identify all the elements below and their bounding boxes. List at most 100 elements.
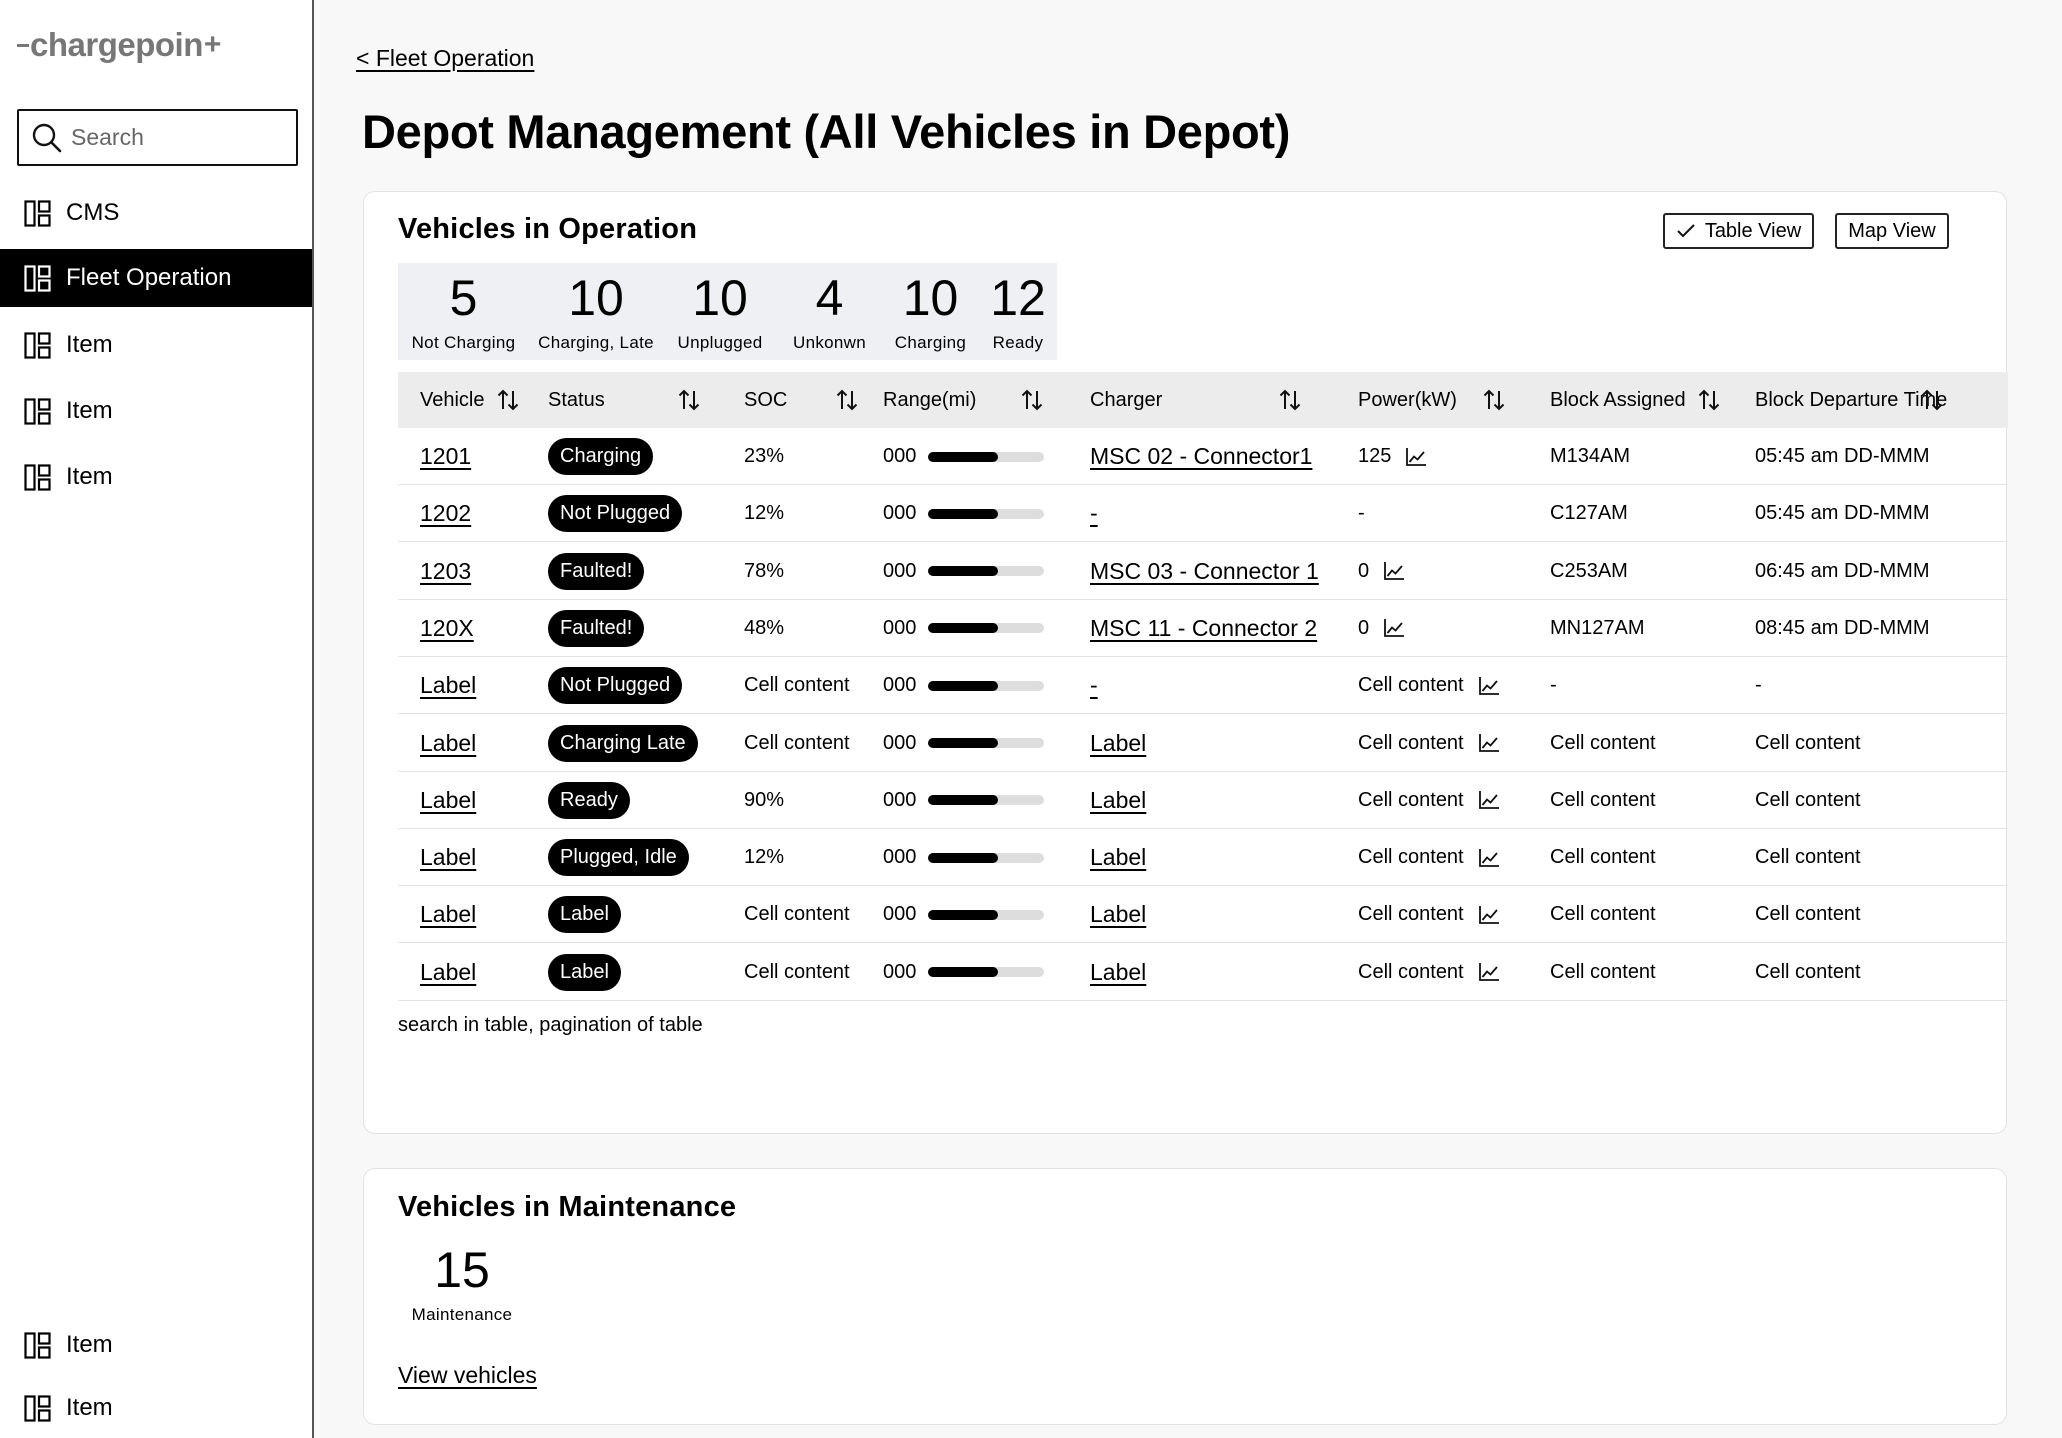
charger-link[interactable]: -: [1090, 672, 1098, 699]
status-badge-cell: Ready: [548, 772, 630, 829]
soc-value-cell: 48%: [744, 600, 784, 657]
power-chart-icon[interactable]: [1478, 676, 1500, 696]
table-row[interactable]: 1202 Not Plugged 12% 000 - - C127AM 05:45 am DD…: [398, 485, 2008, 543]
range-bar-fill: [928, 566, 998, 577]
soc-value: Cell content: [744, 903, 850, 926]
status-badge: Charging: [548, 438, 654, 475]
table-view-button[interactable]: Table View: [1663, 213, 1814, 249]
sort-icon[interactable]: [1482, 372, 1506, 428]
stat-charging[interactable]: 10 Charging: [882, 263, 979, 360]
table-row[interactable]: Label Charging Late Cell content 000 Label Ce…: [398, 715, 2008, 772]
charger-link[interactable]: Label: [1090, 959, 1146, 986]
block-assigned-value-cell: Cell content: [1550, 829, 1656, 886]
status-badge-cell: Not Plugged: [548, 485, 683, 542]
sidebar-item-cms[interactable]: CMS: [0, 184, 312, 242]
sidebar-bottom-item[interactable]: Item: [0, 1316, 312, 1374]
vehicle-link[interactable]: Label: [420, 959, 476, 986]
charger-link[interactable]: -: [1090, 500, 1098, 527]
range-bar: [928, 738, 1045, 748]
soc-value: 12%: [744, 846, 785, 869]
breadcrumb-fleet-operation[interactable]: < Fleet Operation: [356, 45, 534, 72]
sort-icon[interactable]: [1278, 372, 1302, 428]
range-bar-fill: [928, 451, 998, 462]
charger-link-cell: Label: [1090, 886, 1146, 943]
sidebar-item-item[interactable]: Item: [0, 382, 312, 440]
operation-title: Vehicles in Operation: [398, 213, 698, 245]
power-chart-icon[interactable]: [1405, 447, 1427, 467]
sidebar-item-fleet-operation[interactable]: Fleet Operation: [0, 249, 312, 307]
block-departure-value-cell: Cell content: [1755, 772, 1861, 829]
charger-link[interactable]: MSC 11 - Connector 2: [1090, 615, 1317, 642]
power-chart-icon[interactable]: [1383, 618, 1405, 638]
chargepoint-logo[interactable]: chargepoin +: [17, 24, 221, 66]
vehicle-link[interactable]: 1203: [420, 558, 471, 585]
stat-unkonwn[interactable]: 4 Unkonwn: [777, 263, 882, 360]
map-view-button[interactable]: Map View: [1835, 213, 1949, 249]
search-input[interactable]: [71, 124, 291, 151]
table-row[interactable]: Label Plugged, Idle 12% 000 Label Cell conten…: [398, 829, 2008, 887]
stat-unplugged[interactable]: 10 Unplugged: [663, 263, 777, 360]
power-chart-icon[interactable]: [1478, 848, 1500, 868]
power-value: Cell content: [1358, 960, 1464, 983]
charger-link[interactable]: Label: [1090, 730, 1146, 757]
view-vehicles-link[interactable]: View vehicles: [398, 1362, 537, 1389]
power-chart-icon[interactable]: [1478, 733, 1500, 753]
vehicle-link[interactable]: Label: [420, 672, 476, 699]
charger-link[interactable]: MSC 03 - Connector 1: [1090, 558, 1319, 585]
vehicle-link[interactable]: 120X: [420, 615, 474, 642]
sidebar-item-label: Item: [66, 397, 113, 424]
table-row[interactable]: 120X Faulted! 48% 000 MSC 11 - Connector 2 0 M…: [398, 600, 2008, 657]
range-bar: [928, 566, 1045, 577]
sidebar-item-item[interactable]: Item: [0, 448, 312, 506]
sort-icon[interactable]: [677, 372, 701, 428]
power-chart-icon[interactable]: [1478, 962, 1500, 982]
soc-value-cell: 90%: [744, 772, 784, 829]
status-badge: Ready: [548, 781, 630, 819]
table-row[interactable]: Label Label Cell content 000 Label Cell conte…: [398, 886, 2008, 944]
sort-icon[interactable]: [496, 372, 520, 428]
stat-value: 10: [902, 270, 959, 326]
stat-label: Ready: [992, 333, 1044, 352]
block-departure-value: 05:45 am DD-MMM: [1755, 502, 1930, 525]
sidebar-search[interactable]: [17, 109, 298, 166]
table-row[interactable]: 1203 Faulted! 78% 000 MSC 03 - Connector 1 0 C…: [398, 543, 2008, 600]
power-chart-icon[interactable]: [1478, 790, 1500, 810]
block-assigned-value-cell: C253AM: [1550, 543, 1628, 600]
vehicle-link[interactable]: 1202: [420, 500, 471, 527]
block-assigned-value-cell: Cell content: [1550, 944, 1656, 1001]
range-bar-fill: [928, 795, 998, 806]
table-row[interactable]: Label Label Cell content 000 Label Cell conte…: [398, 944, 2008, 1001]
sort-icon[interactable]: [1920, 372, 1944, 428]
stat-charging-late[interactable]: 10 Charging, Late: [529, 263, 663, 360]
charger-link[interactable]: Label: [1090, 901, 1146, 928]
block-assigned-value-cell: -: [1550, 657, 1557, 714]
charger-link[interactable]: Label: [1090, 844, 1146, 871]
sidebar-item-item[interactable]: Item: [0, 316, 312, 374]
table-row[interactable]: Label Ready 90% 000 Label Cell content Cell co…: [398, 772, 2008, 829]
sort-icon[interactable]: [1697, 372, 1721, 428]
range-bar-fill: [928, 909, 998, 920]
charger-link-cell: MSC 02 - Connector1: [1090, 428, 1312, 485]
vehicle-link[interactable]: Label: [420, 787, 476, 814]
vehicle-link[interactable]: 1201: [420, 443, 471, 470]
vehicle-link[interactable]: Label: [420, 844, 476, 871]
range-bar-fill: [928, 738, 998, 748]
soc-value-cell: 78%: [744, 543, 784, 600]
range-bar: [928, 852, 1045, 863]
sort-icon[interactable]: [1020, 372, 1044, 428]
table-row[interactable]: 1201 Charging 23% 000 MSC 02 - Connector1 125…: [398, 428, 2008, 485]
status-badge-cell: Charging Late: [548, 715, 698, 772]
power-chart-icon[interactable]: [1478, 905, 1500, 925]
maintenance-title: Vehicles in Maintenance: [398, 1191, 737, 1223]
sort-icon[interactable]: [835, 372, 859, 428]
block-assigned-value-cell: MN127AM: [1550, 600, 1644, 657]
stat-ready[interactable]: 12 Ready: [979, 263, 1057, 360]
vehicle-link[interactable]: Label: [420, 901, 476, 928]
charger-link[interactable]: MSC 02 - Connector1: [1090, 443, 1312, 470]
stat-not-charging[interactable]: 5 Not Charging: [398, 263, 529, 360]
power-chart-icon[interactable]: [1383, 561, 1405, 581]
sidebar-bottom-item[interactable]: Item: [0, 1379, 312, 1437]
charger-link[interactable]: Label: [1090, 787, 1146, 814]
table-row[interactable]: Label Not Plugged Cell content 000 - Cell con…: [398, 657, 2008, 715]
vehicle-link[interactable]: Label: [420, 730, 476, 757]
